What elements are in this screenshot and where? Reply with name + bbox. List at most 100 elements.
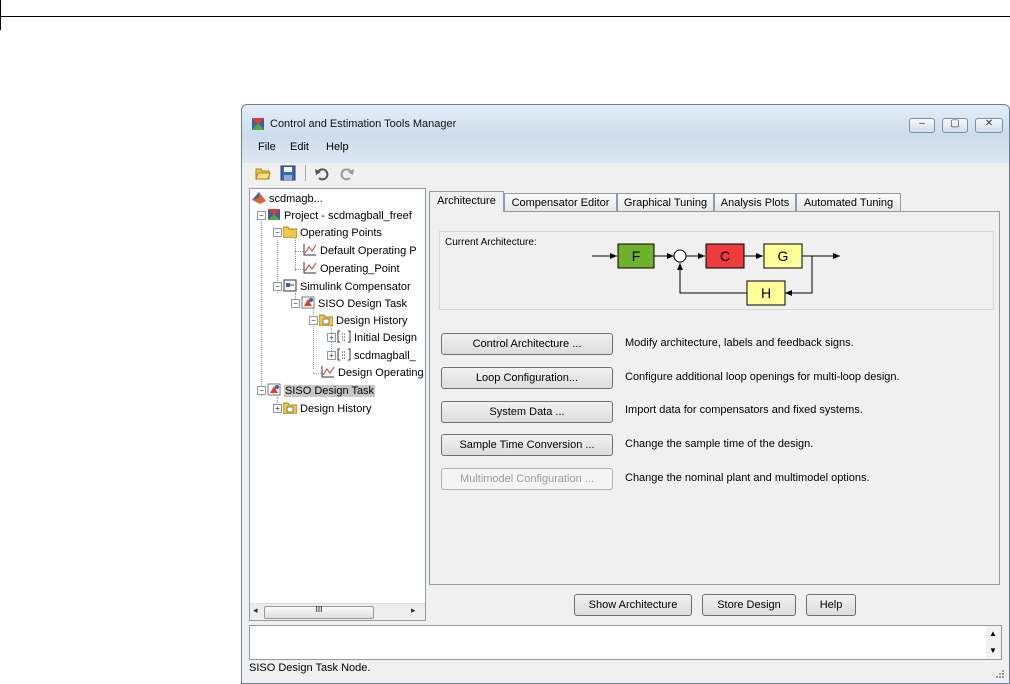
sample-time-conversion-button[interactable]: Sample Time Conversion ...	[441, 434, 613, 456]
collapse-toggle[interactable]: −	[309, 316, 318, 325]
scroll-down-icon[interactable]: ▼	[989, 646, 997, 655]
multimodel-configuration-desc: Change the nominal plant and multimodel …	[625, 472, 870, 484]
toolbar-separator	[305, 165, 306, 181]
tree-node-siso-task-nested[interactable]: SISO Design Task	[301, 296, 407, 312]
tree-node-design-history[interactable]: Design History	[283, 401, 372, 417]
collapse-toggle[interactable]: −	[273, 228, 282, 237]
message-scrollbar[interactable]: ▲ ▼	[986, 626, 1001, 659]
collapse-toggle[interactable]: −	[257, 386, 266, 395]
message-area[interactable]: ▲ ▼	[249, 625, 1002, 660]
maximize-icon: ▢	[950, 118, 960, 129]
minimize-button[interactable]: ‒	[909, 118, 935, 133]
menu-file[interactable]: File	[258, 141, 276, 153]
tree-node-initial-design[interactable]: Initial Design	[337, 330, 417, 346]
page-edge-mark	[0, 0, 1, 30]
system-data-button[interactable]: System Data ...	[441, 401, 613, 423]
menu-help[interactable]: Help	[326, 141, 349, 153]
page-header-rule	[0, 16, 1010, 17]
menu-edit[interactable]: Edit	[290, 141, 309, 153]
scroll-up-icon[interactable]: ▲	[989, 629, 997, 638]
block-g-label: G	[778, 248, 789, 264]
tree-node-label: Design History	[300, 403, 372, 415]
status-bar-text: SISO Design Task Node.	[249, 662, 371, 674]
tree-node-design-operating[interactable]: Design Operating	[321, 365, 424, 381]
tree-node-scdmagball-design[interactable]: scdmagball_	[337, 348, 416, 364]
block-h-label: H	[761, 285, 771, 301]
folder-icon	[283, 226, 297, 238]
tree-guide	[295, 251, 303, 252]
control-architecture-button[interactable]: Control Architecture ...	[441, 333, 613, 355]
collapse-toggle[interactable]: −	[257, 211, 266, 220]
app-icon	[252, 118, 264, 130]
tree-horizontal-scrollbar[interactable]: ◂ III ▸	[250, 603, 425, 620]
block-f-label: F	[632, 248, 641, 264]
tree-node-label: SISO Design Task	[284, 385, 376, 397]
tree-node-design-history-nested[interactable]: Design History	[319, 313, 408, 329]
save-icon[interactable]	[280, 165, 296, 181]
tab-architecture[interactable]: Architecture	[429, 191, 504, 212]
tree-node-label: Initial Design	[354, 332, 417, 344]
operating-point-icon	[321, 366, 335, 378]
loop-configuration-button[interactable]: Loop Configuration...	[441, 367, 613, 389]
loop-configuration-desc: Configure additional loop openings for m…	[625, 371, 900, 383]
tree-node-operating-points[interactable]: Operating Points	[283, 225, 382, 241]
simulink-icon	[283, 279, 297, 292]
tree-node-label: scdmagb...	[269, 193, 323, 205]
scroll-thumb[interactable]: III	[264, 605, 374, 619]
title-bar[interactable]: Control and Estimation Tools Manager ‒ ▢…	[242, 105, 1009, 133]
close-button[interactable]: ✕	[975, 118, 1003, 133]
tree-node-operating-point[interactable]: Operating_Point	[303, 261, 400, 277]
app-window: Control and Estimation Tools Manager ‒ ▢…	[241, 104, 1010, 684]
block-c-label: C	[720, 248, 730, 264]
collapse-toggle[interactable]: −	[273, 282, 282, 291]
project-icon	[268, 209, 280, 220]
design-icon	[337, 348, 351, 361]
tree-guide	[295, 237, 296, 271]
tab-compensator-editor[interactable]: Compensator Editor	[504, 193, 617, 211]
maximize-button[interactable]: ▢	[942, 118, 968, 133]
menu-bar: File Edit Help	[242, 139, 1009, 157]
tree-node-label: Operating_Point	[320, 263, 400, 275]
grip-icon: III	[315, 605, 323, 614]
tree-node-root[interactable]: scdmagb...	[252, 191, 323, 207]
open-folder-icon[interactable]	[255, 165, 271, 181]
expand-toggle[interactable]: +	[273, 404, 282, 413]
undo-icon[interactable]	[314, 165, 330, 181]
tree-node-label: Operating Points	[300, 227, 382, 239]
tab-analysis-plots[interactable]: Analysis Plots	[714, 193, 796, 211]
toolbar	[242, 161, 1009, 185]
architecture-panel: Current Architecture: F C G H Control Ar…	[429, 211, 1000, 585]
expand-toggle[interactable]: +	[327, 351, 336, 360]
siso-task-icon	[267, 383, 281, 396]
history-folder-icon	[319, 314, 333, 326]
siso-task-icon	[301, 296, 315, 309]
tree-node-simulink-compensator[interactable]: Simulink Compensator	[283, 279, 411, 295]
control-architecture-desc: Modify architecture, labels and feedback…	[625, 337, 854, 349]
tree-node-siso-task-selected[interactable]: SISO Design Task	[267, 383, 376, 399]
minimize-icon: ‒	[919, 118, 925, 129]
store-design-button[interactable]: Store Design	[702, 594, 796, 616]
project-tree[interactable]: scdmagb... − Project - scdmagball_freef …	[249, 188, 426, 621]
resize-grip-icon[interactable]	[995, 669, 1005, 679]
multimodel-configuration-button[interactable]: Multimodel Configuration ...	[441, 468, 613, 490]
tree-node-label: Simulink Compensator	[300, 281, 411, 293]
sample-time-conversion-desc: Change the sample time of the design.	[625, 438, 814, 450]
scroll-left-icon[interactable]: ◂	[253, 605, 258, 616]
show-architecture-button[interactable]: Show Architecture	[574, 594, 692, 616]
tab-graphical-tuning[interactable]: Graphical Tuning	[617, 193, 714, 211]
help-button[interactable]: Help	[806, 594, 856, 616]
tab-automated-tuning[interactable]: Automated Tuning	[796, 193, 901, 211]
architecture-diagram: F C G H	[592, 243, 840, 306]
expand-toggle[interactable]: +	[327, 333, 336, 342]
history-folder-icon	[283, 402, 297, 414]
tree-guide	[295, 269, 303, 270]
tree-node-default-op[interactable]: Default Operating P	[303, 243, 417, 259]
tree-node-label: Project - scdmagball_freef	[284, 210, 412, 222]
tree-node-label: SISO Design Task	[318, 298, 408, 310]
tree-node-project[interactable]: Project - scdmagball_freef	[267, 208, 412, 224]
system-data-desc: Import data for compensators and fixed s…	[625, 404, 863, 416]
scroll-right-icon[interactable]: ▸	[411, 605, 416, 616]
tree-node-label: scdmagball_	[354, 350, 416, 362]
redo-icon[interactable]	[339, 165, 355, 181]
collapse-toggle[interactable]: −	[291, 299, 300, 308]
